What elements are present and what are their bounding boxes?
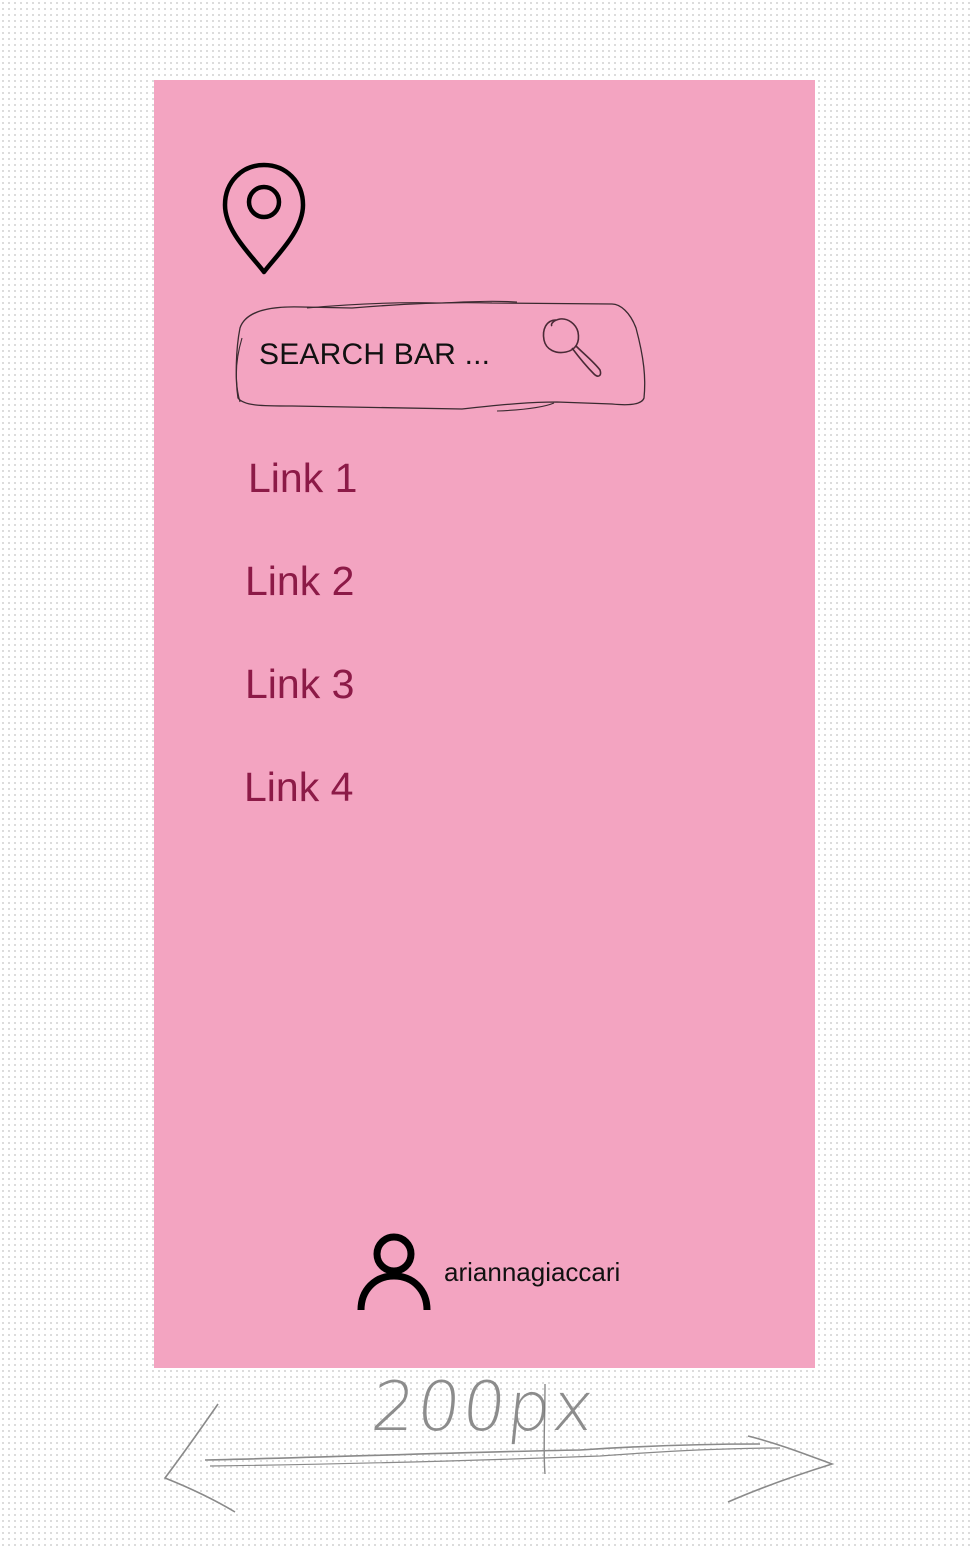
location-pin-icon[interactable] <box>220 160 308 276</box>
magnifier-icon[interactable] <box>538 314 606 384</box>
nav-link-2[interactable]: Link 2 <box>245 558 354 605</box>
search-input[interactable]: SEARCH BAR ... <box>259 338 490 372</box>
nav-link-1[interactable]: Link 1 <box>248 455 357 502</box>
user-icon[interactable] <box>356 1232 432 1312</box>
username-label[interactable]: ariannagiaccari <box>444 1257 620 1288</box>
search-bar[interactable]: SEARCH BAR ... <box>232 298 650 416</box>
width-annotation-label: 200px <box>367 1368 600 1447</box>
nav-link-4[interactable]: Link 4 <box>244 764 353 811</box>
nav-link-3[interactable]: Link 3 <box>245 661 354 708</box>
